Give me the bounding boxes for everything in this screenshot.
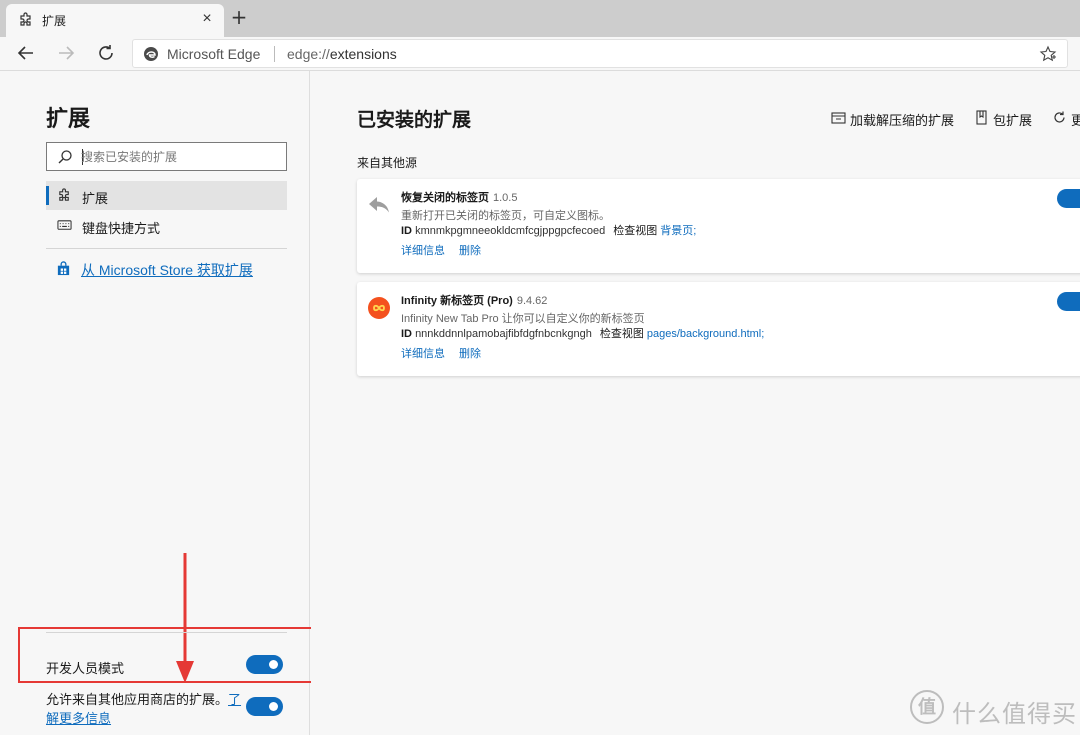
main-content: 已安装的扩展 加载解压缩的扩展 包扩展 更 来自其他源 恢复关闭的标签页 1.0.… [311,71,1080,735]
extension-version: 1.0.5 [493,192,518,204]
extension-links: 详细信息 删除 [401,345,495,361]
inspect-views-label: 检查视图 [613,225,658,237]
sidebar-divider [46,248,287,249]
extension-version: 9.4.62 [516,295,548,307]
url-scheme: edge:// [287,46,330,62]
extension-enable-toggle[interactable] [1057,292,1080,311]
back-button[interactable] [14,41,38,65]
tab-title: 扩展 [42,14,67,28]
address-bar[interactable]: Microsoft Edge edge://extensions [132,39,1068,68]
pack-extension-label: 包扩展 [993,113,1033,128]
refresh-icon [1054,111,1065,123]
annotation-highlight-box [18,627,342,683]
sidebar-item-keyboard-shortcuts[interactable]: 键盘快捷方式 [46,211,287,240]
allow-other-stores-toggle[interactable] [246,697,283,716]
extension-name: Infinity 新标签页 (Pro) 9.4.62 [401,292,547,308]
search-icon [58,150,72,164]
store-link-label: 从 Microsoft Store 获取扩展 [81,262,253,278]
forward-button[interactable] [54,41,78,65]
extension-id: kmnmkpgmneeokldcmfcgjppgpcfecoed [415,225,606,237]
infinity-icon [368,297,390,319]
extension-title: Infinity 新标签页 (Pro) [401,295,513,307]
id-label: ID [401,328,412,340]
forward-arrow-icon [59,46,75,60]
allow-other-stores-text: 允许来自其他应用商店的扩展。了解更多信息 [46,690,242,728]
details-link[interactable]: 详细信息 [401,245,445,257]
extension-enable-toggle[interactable] [1057,189,1080,208]
extension-card: 恢复关闭的标签页 1.0.5 重新打开已关闭的标签页，可自定义图标。 ID kmn… [357,179,1080,273]
extension-card: Infinity 新标签页 (Pro) 9.4.62 Infinity New T… [357,282,1080,376]
inspect-views-label: 检查视图 [599,328,644,340]
page-title: 已安装的扩展 [357,110,472,131]
inspect-view-link[interactable]: pages/background.html; [647,328,764,340]
store-link[interactable]: 从 Microsoft Store 获取扩展 [46,258,287,280]
extension-name: 恢复关闭的标签页 1.0.5 [401,189,517,205]
load-unpacked-label: 加载解压缩的扩展 [850,113,955,128]
pack-extension-button[interactable]: 包扩展 [974,109,1044,128]
id-label: ID [401,225,412,237]
search-box[interactable] [46,142,287,171]
allow-other-stores-label: 允许来自其他应用商店的扩展。 [46,692,229,707]
extension-id-line: ID kmnmkpgmneeokldcmfcgjppgpcfecoed 检查视图 … [401,222,696,238]
extension-links: 详细信息 删除 [401,242,495,258]
details-link[interactable]: 详细信息 [401,348,445,360]
address-url[interactable]: edge://extensions [287,46,397,62]
sidebar-item-label: 键盘快捷方式 [82,221,161,236]
refresh-button[interactable] [94,41,118,65]
section-label-other-sources: 来自其他源 [357,156,418,170]
extension-id-line: ID nnnkddnnlpamobajfibfdgfnbcnkgngh 检查视图 … [401,325,764,341]
extension-title: 恢复关闭的标签页 [401,192,489,204]
load-unpacked-button[interactable]: 加载解压缩的扩展 [831,109,961,128]
address-separator [274,46,275,62]
address-site-name: Microsoft Edge [167,46,261,62]
extension-description: 重新打开已关闭的标签页，可自定义图标。 [401,210,610,222]
toolbar: Microsoft Edge edge://extensions [0,37,1080,70]
back-arrow-icon [17,46,33,60]
tab-extensions[interactable]: 扩展 × [6,4,224,37]
refresh-icon [99,45,113,60]
update-label: 更 [1071,113,1080,127]
new-tab-button[interactable]: + [229,6,249,28]
favorite-star-icon[interactable] [1039,45,1057,63]
load-unpacked-icon [831,112,846,124]
extension-description: Infinity New Tab Pro 让你可以自定义你的新标签页 [401,313,645,325]
update-button[interactable]: 更 [1052,109,1080,127]
edge-logo-icon [144,47,158,61]
search-input[interactable] [81,147,281,167]
keyboard-icon [57,220,72,230]
tab-strip: 扩展 × + [0,0,1080,37]
undo-arrow-icon [369,197,389,213]
close-tab-icon[interactable]: × [198,10,216,28]
inspect-view-link[interactable]: 背景页; [660,225,696,237]
remove-link[interactable]: 删除 [459,245,481,257]
store-bag-icon [57,261,70,276]
sidebar-title: 扩展 [46,106,91,131]
remove-link[interactable]: 删除 [459,348,481,360]
sidebar-item-label: 扩展 [82,191,109,206]
extension-id: nnnkddnnlpamobajfibfdgfnbcnkgngh [415,328,592,340]
puzzle-icon [59,188,69,201]
watermark-badge: 值 [910,690,944,724]
watermark-text: 什么值得买 [952,701,1077,728]
watermark: 值 什么值得买 [910,690,1076,728]
puzzle-icon [20,12,31,26]
sidebar-item-extensions[interactable]: 扩展 [46,181,287,210]
pack-icon [976,110,987,125]
url-path: extensions [329,46,397,62]
